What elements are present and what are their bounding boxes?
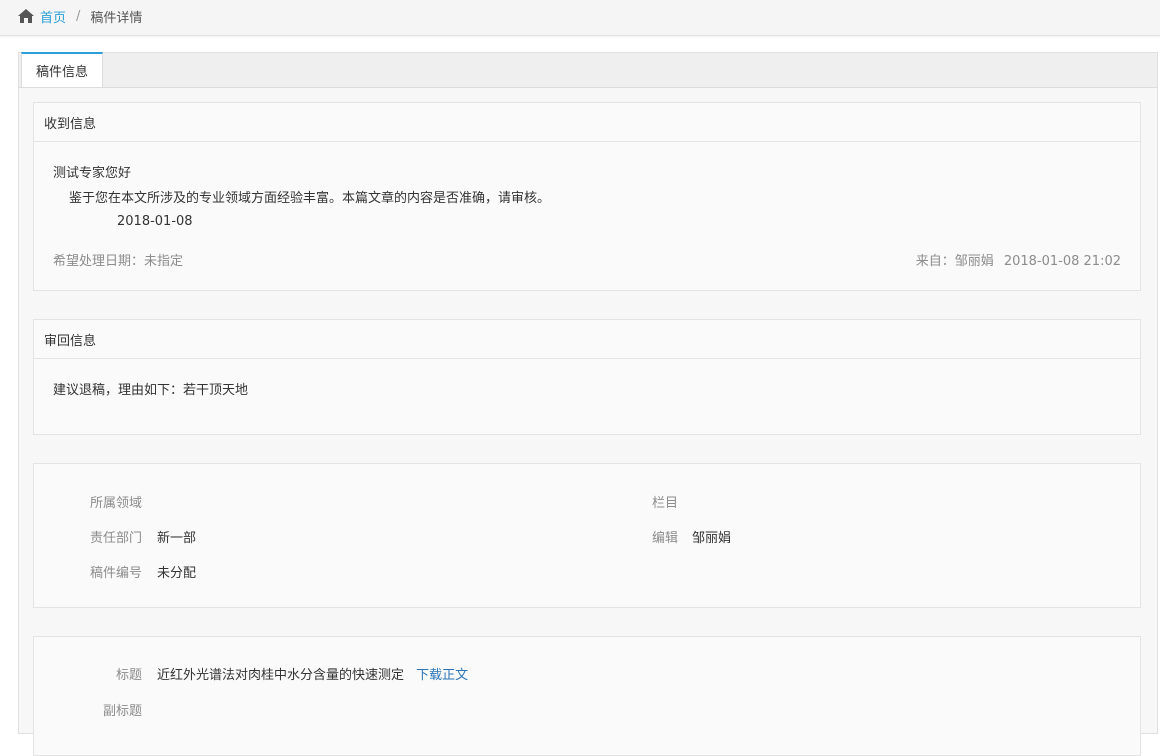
home-icon[interactable] — [18, 9, 34, 23]
greeting-text: 测试专家您好 — [53, 166, 132, 181]
meta-card: 所属领域 栏目 责任部门 新一部 编辑 邹丽娟 稿件编号 未分配 — [33, 463, 1141, 608]
tab-bar: 稿件信息 — [19, 52, 1157, 88]
dept-label: 责任部门 — [90, 531, 143, 546]
top-bar: 首页 / 稿件详情 — [0, 0, 1160, 36]
dept-value: 新一部 — [157, 531, 197, 546]
received-info-card: 收到信息 测试专家您好 鉴于您在本文所涉及的专业领域方面经验丰富。本篇文章的内容… — [33, 102, 1141, 291]
expected-date: 希望处理日期：未指定 — [53, 254, 184, 269]
breadcrumb-home-link[interactable]: 首页 — [40, 7, 66, 26]
number-value: 未分配 — [157, 566, 197, 581]
editor-label: 编辑 — [652, 531, 679, 546]
breadcrumb-separator: / — [76, 8, 81, 24]
sender-name: 来自：邹丽娟 — [915, 254, 994, 269]
reply-info-header: 审回信息 — [34, 320, 1140, 359]
editor-value: 邹丽娟 — [692, 531, 732, 546]
detail-panel: 稿件信息 收到信息 测试专家您好 鉴于您在本文所涉及的专业领域方面经验丰富。本篇… — [18, 52, 1158, 756]
sender-info: 来自：邹丽娟 2018-01-08 21:02 — [916, 250, 1121, 269]
article-card: 标题 近红外光谱法对肉桂中水分含量的快速测定 下载正文 副标题 — [33, 636, 1141, 756]
subtitle-label: 副标题 — [103, 704, 143, 719]
message-body: 鉴于您在本文所涉及的专业领域方面经验丰富。本篇文章的内容是否准确，请审核。 — [69, 191, 551, 206]
reply-info-card: 审回信息 建议退稿，理由如下：若干顶天地 — [33, 319, 1141, 435]
reply-text: 建议退稿，理由如下：若干顶天地 — [53, 383, 249, 398]
tab-manuscript-info[interactable]: 稿件信息 — [21, 52, 103, 87]
title-value: 近红外光谱法对肉桂中水分含量的快速测定 下载正文 — [157, 664, 468, 683]
sent-time: 2018-01-08 21:02 — [1003, 254, 1121, 269]
breadcrumb: 首页 / 稿件详情 — [18, 7, 143, 26]
title-text: 近红外光谱法对肉桂中水分含量的快速测定 — [157, 668, 405, 683]
number-label: 稿件编号 — [90, 566, 143, 581]
title-label: 标题 — [116, 668, 143, 683]
column-label: 栏目 — [652, 496, 679, 511]
download-link[interactable]: 下载正文 — [416, 668, 468, 683]
received-info-header: 收到信息 — [34, 103, 1140, 142]
breadcrumb-current: 稿件详情 — [90, 10, 143, 26]
field-label: 所属领域 — [90, 496, 143, 511]
message-date: 2018-01-08 — [117, 214, 193, 229]
